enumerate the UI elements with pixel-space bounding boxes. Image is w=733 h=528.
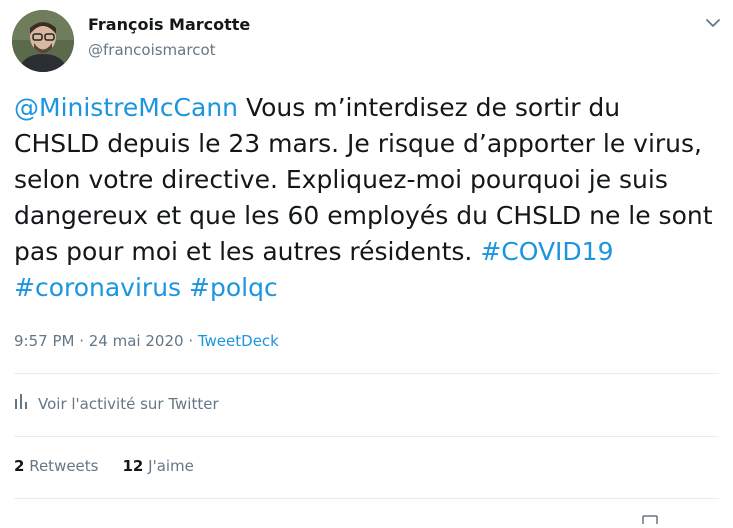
- tweet-text-segment: Vous m’interdisez de sortir du: [238, 93, 621, 122]
- tweet-stats: 2 Retweets 12 J'aime: [14, 457, 218, 475]
- divider: [14, 498, 719, 499]
- avatar[interactable]: [12, 10, 74, 72]
- bar-chart-icon: [14, 393, 28, 413]
- avatar-photo: [12, 10, 74, 72]
- tweet-line: #coronavirus #polqc: [14, 270, 719, 306]
- divider: [14, 436, 719, 437]
- retweets-stat[interactable]: 2 Retweets: [14, 457, 99, 475]
- action-icon[interactable]: [640, 509, 660, 524]
- author-name[interactable]: François Marcotte: [88, 15, 250, 34]
- view-activity-label: Voir l'activité sur Twitter: [38, 395, 219, 413]
- likes-count: 12: [122, 457, 144, 475]
- chevron-down-icon[interactable]: [702, 12, 724, 34]
- hashtag-link[interactable]: #polqc: [189, 273, 278, 302]
- tweet-card: François Marcotte @francoismarcot @Minis…: [0, 0, 733, 524]
- source-link[interactable]: TweetDeck: [198, 332, 279, 350]
- hashtag-link[interactable]: #coronavirus: [14, 273, 181, 302]
- tweet-text-segment: pas pour moi et les autres résidents.: [14, 237, 481, 266]
- tweet-time[interactable]: 9:57 PM: [14, 332, 74, 350]
- author-handle[interactable]: @francoismarcot: [88, 41, 216, 59]
- tweet-text: @MinistreMcCann Vous m’interdisez de sor…: [14, 90, 719, 306]
- meta-separator: ·: [74, 332, 89, 350]
- tweet-line: @MinistreMcCann Vous m’interdisez de sor…: [14, 90, 719, 126]
- tweet-line: CHSLD depuis le 23 mars. Je risque d’app…: [14, 129, 702, 158]
- tweet-line: selon votre directive. Expliquez-moi pou…: [14, 165, 668, 194]
- retweets-count: 2: [14, 457, 25, 475]
- hashtag-link[interactable]: #COVID19: [480, 237, 613, 266]
- likes-label: J'aime: [143, 457, 194, 475]
- tweet-line: pas pour moi et les autres résidents. #C…: [14, 234, 719, 270]
- mention-link[interactable]: @MinistreMcCann: [14, 93, 238, 122]
- likes-stat[interactable]: 12 J'aime: [123, 457, 194, 475]
- tweet-date[interactable]: 24 mai 2020: [89, 332, 184, 350]
- tweet-metadata: 9:57 PM · 24 mai 2020 · TweetDeck: [14, 332, 279, 350]
- divider: [14, 373, 719, 374]
- meta-separator: ·: [183, 332, 198, 350]
- view-activity-link[interactable]: Voir l'activité sur Twitter: [14, 393, 219, 413]
- retweets-label: Retweets: [24, 457, 99, 475]
- tweet-line: dangereux et que les 60 employés du CHSL…: [14, 201, 713, 230]
